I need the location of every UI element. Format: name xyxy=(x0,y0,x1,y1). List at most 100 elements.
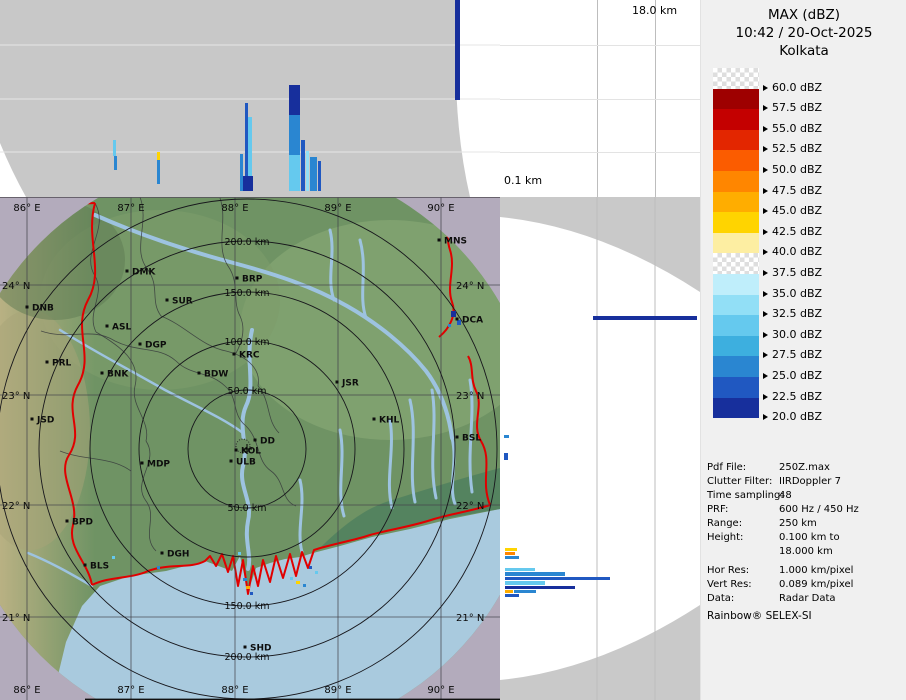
scale-tick-label: 27.5 dBZ xyxy=(763,348,822,361)
radar-echo xyxy=(243,578,247,581)
scale-swatch-25.0 xyxy=(713,356,759,377)
radar-echo xyxy=(243,176,253,191)
city-marker-DMK xyxy=(126,270,129,273)
tick-arrow-icon xyxy=(763,105,768,111)
city-label-ASL: ASL xyxy=(112,323,131,333)
radar-viewer: 18.0 km 0.1 km xyxy=(0,0,906,700)
city-label-SUR: SUR xyxy=(172,297,193,307)
radar-echo xyxy=(505,548,517,551)
city-marker-JSR xyxy=(336,381,339,384)
radar-echo xyxy=(505,581,545,585)
scale-swatch-40.0 xyxy=(713,233,759,254)
city-marker-BRP xyxy=(236,277,239,280)
scale-swatch-52.5 xyxy=(713,130,759,151)
latitude-label-left: 24° N xyxy=(2,281,30,292)
latitude-label-right: 22° N xyxy=(456,501,484,512)
height-gridline xyxy=(500,99,700,100)
radar-echo xyxy=(315,571,318,574)
longitude-label-top: 90° E xyxy=(427,203,454,214)
longitude-label-top: 88° E xyxy=(221,203,248,214)
longitude-label-bottom: 88° E xyxy=(221,685,248,696)
tick-arrow-icon xyxy=(763,394,768,400)
city-marker-PRL xyxy=(46,361,49,364)
radar-echo xyxy=(593,316,697,320)
scale-swatch-57.5 xyxy=(713,89,759,110)
city-label-DCA: DCA xyxy=(462,316,483,326)
software-credit: Rainbow® SELEX-SI xyxy=(707,610,812,622)
scale-swatch-45.0 xyxy=(713,192,759,213)
longitude-label-top: 87° E xyxy=(117,203,144,214)
range-ring-label: 200.0 km xyxy=(225,237,270,248)
radar-map-canvas: 86° E86° E87° E87° E88° E88° E89° E89° E… xyxy=(0,197,500,700)
color-scale: 60.0 dBZ57.5 dBZ55.0 dBZ52.5 dBZ50.0 dBZ… xyxy=(713,68,903,420)
radar-echo xyxy=(306,151,309,191)
city-marker-BNK xyxy=(101,372,104,375)
city-label-JSD: JSD xyxy=(36,416,54,426)
city-label-DD: DD xyxy=(260,437,275,447)
info-row: Height:0.100 km to 18.000 km xyxy=(707,531,903,559)
ew-height-profile-panel xyxy=(0,0,500,197)
ew-profile-canvas xyxy=(0,0,500,197)
radar-echo xyxy=(505,552,515,555)
info-row: PRF:600 Hz / 450 Hz xyxy=(707,503,903,517)
delta-channel xyxy=(300,480,302,552)
city-marker-ASL xyxy=(106,325,109,328)
city-label-DNB: DNB xyxy=(32,304,54,314)
tick-arrow-icon xyxy=(763,126,768,132)
radar-echo xyxy=(113,140,116,156)
range-ring-label: 50.0 km xyxy=(228,386,267,397)
station-name: Kolkata xyxy=(701,42,906,60)
scale-tick-label: 25.0 dBZ xyxy=(763,369,822,382)
info-row: Data:Radar Data xyxy=(707,592,903,606)
city-marker-BPD xyxy=(66,520,69,523)
height-max-label: 18.0 km xyxy=(632,4,677,17)
product-title: MAX (dBZ) xyxy=(701,6,906,24)
tick-arrow-icon xyxy=(763,270,768,276)
radar-echo xyxy=(455,0,460,100)
city-marker-DGH xyxy=(161,552,164,555)
city-label-BLS: BLS xyxy=(90,562,109,572)
scale-tick-label: 30.0 dBZ xyxy=(763,328,822,341)
ns-profile-canvas xyxy=(500,197,700,700)
city-marker-BDW xyxy=(198,372,201,375)
city-label-DGH: DGH xyxy=(167,550,189,560)
latitude-label-left: 21° N xyxy=(2,613,30,624)
info-row: Hor Res:1.000 km/pixel xyxy=(707,564,903,578)
radar-echo xyxy=(240,154,243,191)
radar-echo xyxy=(289,155,300,191)
radar-echo xyxy=(514,590,536,593)
scale-tick-label: 60.0 dBZ xyxy=(763,81,822,94)
info-row: Clutter Filter:IIRDoppler 7 xyxy=(707,475,903,489)
scale-tick-label: 42.5 dBZ xyxy=(763,225,822,238)
scale-swatch-42.5 xyxy=(713,212,759,233)
radar-echo xyxy=(157,160,160,184)
city-label-BPD: BPD xyxy=(72,518,93,528)
radar-map-panel: 86° E86° E87° E87° E88° E88° E89° E89° E… xyxy=(0,197,500,700)
city-label-MNS: MNS xyxy=(444,237,467,247)
radar-echo xyxy=(448,324,451,327)
ns-height-profile-panel xyxy=(500,197,700,700)
scale-tick-label: 40.0 dBZ xyxy=(763,245,822,258)
range-ring-label: 200.0 km xyxy=(225,652,270,663)
tick-arrow-icon xyxy=(763,188,768,194)
longitude-label-top: 86° E xyxy=(13,203,40,214)
tick-arrow-icon xyxy=(763,373,768,379)
scale-swatch-30.0 xyxy=(713,315,759,336)
tick-arrow-icon xyxy=(763,291,768,297)
city-label-DGP: DGP xyxy=(145,341,167,351)
radar-echo xyxy=(301,140,305,191)
scale-tick-label: 52.5 dBZ xyxy=(763,142,822,155)
scale-swatch-55.0 xyxy=(713,109,759,130)
tick-arrow-icon xyxy=(763,414,768,420)
city-marker-KHL xyxy=(373,418,376,421)
city-marker-ULB xyxy=(230,460,233,463)
tick-arrow-icon xyxy=(763,146,768,152)
longitude-label-bottom: 86° E xyxy=(13,685,40,696)
range-ring-label: 100.0 km xyxy=(225,337,270,348)
city-label-MDP: MDP xyxy=(147,460,170,470)
city-marker-BSL xyxy=(456,436,459,439)
city-marker-KOL xyxy=(235,449,238,452)
scale-swatch-35.0 xyxy=(713,274,759,295)
city-label-BSL: BSL xyxy=(462,434,481,444)
height-gridline xyxy=(500,152,700,153)
